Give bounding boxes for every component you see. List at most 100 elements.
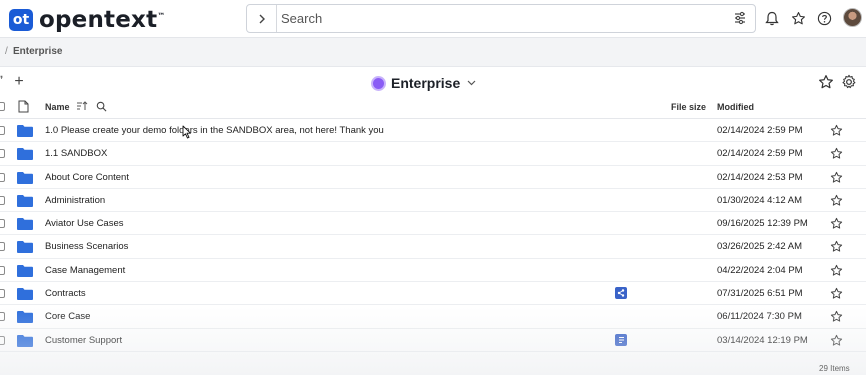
row-checkbox[interactable] bbox=[0, 289, 5, 299]
gear-icon[interactable] bbox=[841, 74, 857, 90]
row-modified: 02/14/2024 2:59 PM bbox=[717, 125, 803, 136]
row-name[interactable]: Customer Support bbox=[45, 335, 122, 346]
star-icon[interactable] bbox=[830, 310, 843, 323]
breadcrumb-separator: / bbox=[5, 46, 8, 57]
row-modified: 04/22/2024 2:04 PM bbox=[717, 264, 803, 276]
document-icon[interactable] bbox=[615, 333, 627, 346]
folder-icon bbox=[17, 194, 33, 207]
row-name[interactable]: 1.1 SANDBOX bbox=[45, 148, 107, 159]
row-modified: 06/11/2024 7:30 PM bbox=[717, 311, 802, 323]
document-type-icon bbox=[18, 100, 29, 113]
location-title[interactable]: Enterprise bbox=[371, 72, 476, 94]
table-row[interactable]: 1.0 Please create your demo folders in t… bbox=[0, 119, 866, 143]
row-checkbox[interactable] bbox=[0, 312, 5, 322]
row-checkbox[interactable] bbox=[0, 335, 5, 345]
row-name[interactable]: Case Management bbox=[45, 265, 125, 276]
folder-icon bbox=[17, 264, 33, 277]
star-icon[interactable] bbox=[830, 147, 843, 160]
row-name[interactable]: Administration bbox=[45, 195, 105, 206]
star-icon[interactable] bbox=[830, 194, 843, 207]
row-checkbox[interactable] bbox=[0, 126, 5, 135]
table-row[interactable]: Business Scenarios 03/26/2025 2:42 AM bbox=[0, 235, 866, 259]
notifications-button[interactable] bbox=[763, 9, 781, 27]
row-checkbox[interactable] bbox=[0, 149, 5, 159]
row-name[interactable]: Core Case bbox=[45, 311, 90, 322]
row-checkbox[interactable] bbox=[0, 195, 5, 205]
search-input[interactable] bbox=[281, 9, 721, 28]
share-icon[interactable] bbox=[615, 287, 627, 300]
avatar[interactable] bbox=[843, 8, 862, 27]
star-icon[interactable] bbox=[830, 264, 843, 277]
item-list: 1.0 Please create your demo folders in t… bbox=[0, 119, 866, 352]
star-icon[interactable] bbox=[830, 124, 843, 137]
row-modified: 03/14/2024 12:19 PM bbox=[717, 334, 808, 346]
row-checkbox[interactable] bbox=[0, 242, 5, 252]
share-glyph bbox=[617, 289, 625, 297]
bell-icon bbox=[765, 11, 779, 25]
table-row[interactable]: 1.1 SANDBOX 02/14/2024 2:59 PM bbox=[0, 142, 866, 166]
folder-icon bbox=[17, 311, 33, 324]
folder-icon bbox=[17, 218, 33, 231]
document-glyph bbox=[618, 336, 624, 343]
row-name[interactable]: Aviator Use Cases bbox=[45, 218, 124, 229]
column-modified[interactable]: Modified bbox=[717, 102, 754, 112]
table-row[interactable]: Aviator Use Cases 09/16/2025 12:39 PM bbox=[0, 212, 866, 236]
opentext-logo[interactable]: ot opentext™ bbox=[9, 7, 165, 33]
folder-icon bbox=[17, 288, 33, 301]
folder-icon bbox=[17, 334, 33, 347]
sort-icon[interactable] bbox=[76, 101, 88, 111]
star-icon bbox=[791, 11, 805, 24]
page-title: Enterprise bbox=[391, 75, 461, 91]
row-modified: 03/26/2025 2:42 AM bbox=[717, 241, 803, 253]
row-modified: 02/14/2024 2:59 PM bbox=[717, 148, 803, 160]
search-scope-button[interactable] bbox=[247, 5, 277, 32]
filter-icon[interactable] bbox=[733, 11, 747, 25]
table-row[interactable]: Case Management 04/22/2024 2:04 PM bbox=[0, 259, 866, 283]
column-file-size[interactable]: File size bbox=[671, 102, 706, 112]
chevron-right-icon bbox=[259, 14, 265, 23]
row-modified: 01/30/2024 4:12 AM bbox=[717, 194, 803, 206]
row-modified: 07/31/2025 6:51 PM bbox=[717, 288, 803, 300]
favorites-button[interactable] bbox=[789, 9, 807, 27]
breadcrumb-item-enterprise[interactable]: Enterprise bbox=[13, 46, 62, 57]
table-row[interactable]: About Core Content 02/14/2024 2:53 PM bbox=[0, 166, 866, 189]
item-count: 29 Items bbox=[819, 364, 850, 373]
star-icon[interactable] bbox=[830, 287, 843, 300]
column-name[interactable]: Name bbox=[45, 102, 70, 112]
chevron-down-icon bbox=[467, 80, 476, 86]
folder-icon bbox=[17, 171, 33, 184]
table-row[interactable]: Contracts 07/31/2025 6:51 PM bbox=[0, 282, 866, 306]
enterprise-workspace-icon bbox=[371, 75, 386, 91]
folder-icon bbox=[17, 241, 33, 254]
select-all-checkbox[interactable] bbox=[0, 102, 5, 111]
help-button[interactable] bbox=[815, 9, 833, 27]
row-name[interactable]: 1.0 Please create your demo folders in t… bbox=[45, 125, 384, 136]
browse-panel: ❜ + Enterprise Name File size Modified 1… bbox=[0, 66, 866, 375]
table-row[interactable]: Administration 01/30/2024 4:12 AM bbox=[0, 189, 866, 213]
star-icon[interactable] bbox=[830, 171, 843, 184]
search-icon[interactable] bbox=[96, 101, 107, 112]
logo-mark: ot bbox=[9, 9, 33, 31]
folder-icon bbox=[17, 148, 33, 161]
top-header: ot opentext™ bbox=[0, 0, 866, 38]
row-name[interactable]: About Core Content bbox=[45, 172, 129, 183]
star-icon[interactable] bbox=[830, 334, 843, 347]
row-checkbox[interactable] bbox=[0, 172, 5, 182]
add-button[interactable]: + bbox=[10, 73, 28, 91]
table-row[interactable]: Customer Support 03/14/2024 12:19 PM bbox=[0, 329, 866, 352]
table-row[interactable]: Core Case 06/11/2024 7:30 PM bbox=[0, 305, 866, 329]
trademark: ™ bbox=[157, 11, 166, 21]
collapse-handle[interactable]: ❜ bbox=[0, 75, 3, 86]
help-icon bbox=[817, 11, 831, 25]
row-name[interactable]: Business Scenarios bbox=[45, 241, 128, 252]
star-icon[interactable] bbox=[830, 240, 843, 253]
row-name[interactable]: Contracts bbox=[45, 288, 86, 299]
row-modified: 09/16/2025 12:39 PM bbox=[717, 218, 808, 230]
row-checkbox[interactable] bbox=[0, 265, 5, 275]
row-checkbox[interactable] bbox=[0, 219, 5, 229]
table-header: Name File size Modified bbox=[0, 95, 866, 119]
star-icon[interactable] bbox=[830, 217, 843, 230]
brand-text: opentext bbox=[39, 7, 158, 33]
brand-name: opentext™ bbox=[39, 7, 165, 33]
favorite-location-star-icon[interactable] bbox=[818, 74, 834, 90]
